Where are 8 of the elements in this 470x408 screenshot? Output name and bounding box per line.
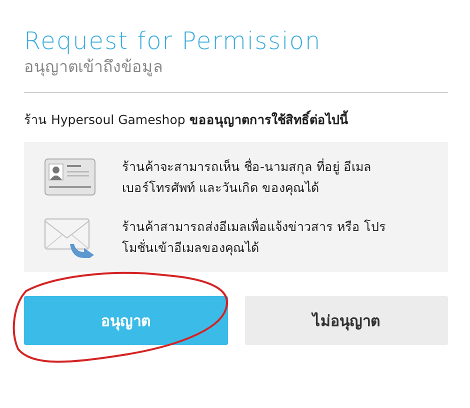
id-card-icon <box>44 158 96 196</box>
envelope-icon <box>44 216 96 258</box>
dialog-subtitle: อนุญาตเข้าถึงข้อมูล <box>24 56 164 78</box>
permission-text: ร้านค้าจะสามารถเห็น ชื่อ-นามสกุล ที่อยู่ อีเมล เบอร์โทรศัพท์ และวันเกิด ของคุณได้ <box>122 157 372 198</box>
request-text: ร้าน Hypersoul Gameshop ขออนุญาตการใช้สิทธิ์ต่อไปนี้ <box>24 111 350 129</box>
dialog-title: Request for Permission <box>24 26 322 56</box>
deny-button[interactable]: ไม่อนุญาต <box>244 296 448 345</box>
permission-text: ร้านค้าสามารถส่งอีเมลเพื่อแจ้งข่าวสาร หรือ โปรโมชั่นเข้าอีเมลของคุณได้ <box>122 217 387 258</box>
